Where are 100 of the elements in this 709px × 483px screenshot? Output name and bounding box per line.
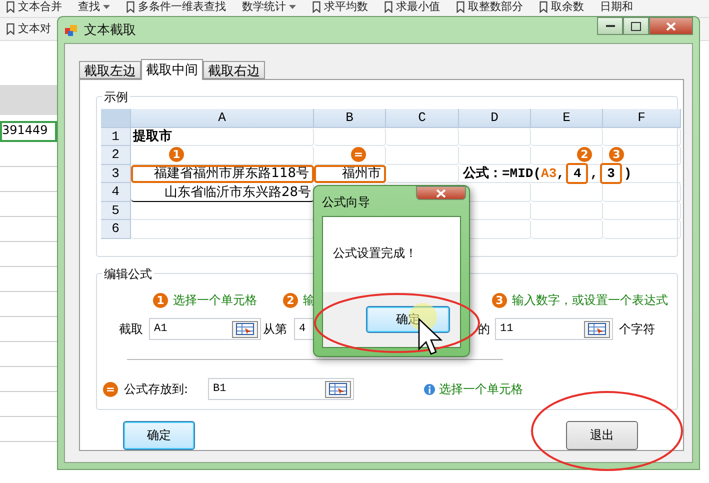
toolbar-button[interactable]: 多条件一维表查找	[122, 0, 230, 14]
input-field[interactable]: B1	[208, 378, 354, 400]
ok-button[interactable]: 确定	[366, 306, 450, 333]
input-field[interactable]: A1	[149, 318, 261, 340]
tab[interactable]: 截取左边	[79, 61, 141, 79]
toolbar-button[interactable]: 取余数	[535, 0, 588, 14]
formula-text: ,	[590, 166, 598, 181]
bookmark-icon	[6, 1, 15, 13]
formula-text: =MID(	[502, 166, 542, 181]
step-badge: 2	[577, 147, 592, 162]
toolbar-button[interactable]: 文本对	[2, 22, 55, 36]
bookmark-icon	[126, 1, 135, 13]
field-label: 截取	[119, 320, 143, 338]
toolbar-label: 日期和	[600, 0, 633, 14]
dialog-button[interactable]: 退出	[566, 421, 638, 450]
column-header: B	[314, 109, 386, 128]
field-label: 从第	[263, 320, 287, 338]
column-header: D	[459, 109, 531, 128]
input-field[interactable]: 11	[495, 318, 613, 340]
toolbar-label: 数学统计	[242, 0, 286, 14]
tab[interactable]: 截取右边	[203, 61, 265, 79]
close-button[interactable]	[649, 17, 693, 35]
toolbar-button[interactable]: 日期和	[596, 0, 637, 14]
dialog-title: 公式向导	[322, 194, 370, 211]
hint-text: 选择一个单元格	[439, 380, 524, 398]
toolbar-label: 文本对	[18, 22, 51, 36]
dialog-button[interactable]: 确定	[123, 421, 195, 450]
step-badge: 1	[153, 293, 168, 308]
toolbar-label: 求最小值	[396, 0, 440, 14]
field-label: 公式存放到:	[124, 380, 188, 398]
hint-text: 输入数字，或设置一个表达式	[512, 292, 668, 310]
bookmark-icon	[384, 1, 393, 13]
step-badge: =	[351, 147, 366, 162]
table-icon	[236, 323, 254, 336]
row-number: 6	[101, 220, 131, 238]
formula-label: 公式：	[463, 165, 502, 182]
toolbar-label: 文本合并	[18, 0, 62, 14]
grid-cell	[459, 146, 531, 164]
toolbar-button[interactable]: 查找	[74, 0, 114, 14]
column-header: C	[386, 109, 459, 128]
table-icon	[329, 383, 348, 396]
sheet-cell: 福州市	[314, 164, 386, 183]
column-header: F	[603, 109, 681, 128]
sheet-cell	[314, 128, 386, 146]
table-icon	[588, 323, 606, 336]
formula-text: ,	[556, 166, 564, 181]
maximize-button[interactable]	[623, 17, 649, 35]
row-number: 3	[101, 164, 131, 183]
info-icon	[424, 384, 436, 395]
toolbar-label: 取余数	[551, 0, 584, 14]
toolbar-button[interactable]: 求平均数	[308, 0, 372, 14]
toolbar-button[interactable]: 文本合并	[2, 0, 66, 14]
step-badge: 2	[283, 293, 298, 308]
caret-icon	[103, 5, 110, 9]
caret-icon	[289, 5, 296, 9]
toolbar-label: 取整数部分	[468, 0, 523, 14]
toolbar-label: 多条件一维表查找	[138, 0, 226, 14]
toolbar-label: 求平均数	[324, 0, 368, 14]
selected-cell[interactable]: 391449	[0, 121, 57, 142]
tab[interactable]: 截取中间	[141, 59, 203, 80]
step-badge: 3	[492, 293, 507, 308]
toolbar-button[interactable]: 数学统计	[238, 0, 300, 14]
cell-picker-button[interactable]	[584, 320, 610, 338]
app-icon	[64, 23, 78, 37]
step-badge: 1	[169, 147, 184, 162]
grid-cell	[531, 128, 603, 146]
row-number: 5	[101, 202, 131, 220]
hint-text: 选择一个单元格	[173, 292, 257, 310]
sheet-cell: 福建省福州市屏东路118号	[131, 164, 314, 183]
close-button[interactable]	[416, 186, 466, 200]
grid-cell	[531, 183, 603, 202]
column-header	[0, 85, 57, 115]
unit-label: 个字符	[619, 320, 655, 338]
toolbar-button[interactable]: 求最小值	[380, 0, 444, 14]
row-number: 1	[101, 128, 131, 146]
dialog-message: 公式设置完成！	[333, 245, 418, 262]
minimize-icon	[606, 25, 614, 27]
cell-picker-button[interactable]	[232, 320, 258, 338]
formula-text: )	[624, 166, 632, 181]
bookmark-icon	[6, 23, 15, 35]
close-icon	[666, 22, 676, 30]
toolbar-label: 查找	[78, 0, 100, 14]
close-icon	[436, 188, 446, 198]
group-title: 示例	[102, 89, 130, 106]
cell-picker-button[interactable]	[325, 380, 352, 398]
bookmark-icon	[312, 1, 321, 13]
column-header: E	[531, 109, 603, 128]
sheet-corner	[101, 109, 131, 128]
sheet-cell: 提取市	[131, 128, 314, 146]
maximize-icon	[631, 22, 641, 30]
minimize-button[interactable]	[597, 17, 623, 35]
step-badge: 3	[609, 147, 624, 162]
column-header: A	[131, 109, 314, 128]
row-number: 4	[101, 183, 131, 202]
toolbar-button[interactable]: 取整数部分	[452, 0, 527, 14]
formula-argument: 4	[566, 162, 588, 184]
bookmark-icon	[456, 1, 465, 13]
grid-cell	[531, 202, 603, 220]
formula-reference: A3	[541, 166, 557, 181]
formula-argument: 3	[600, 162, 622, 184]
